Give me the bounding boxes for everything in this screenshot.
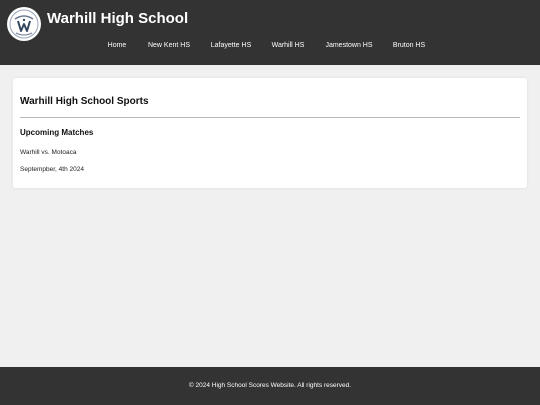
match-date: Septempber, 4th 2024 [20,166,84,173]
copyright-text: © 2024 High School Scores Website. All r… [188,382,352,389]
nav-item-new-kent-hs[interactable]: New Kent HS [148,41,190,51]
nav-item-lafayette-hs[interactable]: Lafayette HS [211,41,251,51]
nav-item-warhill-hs[interactable]: Warhill HS [272,41,305,51]
nav-item-home[interactable]: Home [108,41,127,51]
school-crest-icon [9,9,39,39]
nav-item-jamestown-hs[interactable]: Jamestown HS [325,41,372,51]
site-title: Warhill High School [47,10,189,27]
school-logo[interactable] [7,7,41,41]
upcoming-matches-heading: Upcoming Matches [20,128,94,137]
title-divider [20,117,520,118]
site-footer: © 2024 High School Scores Website. All r… [0,367,540,405]
sports-card: Warhill High School Sports Upcoming Matc… [13,78,527,188]
site-header: Warhill High School Home New Kent HS Laf… [0,0,540,65]
main-nav: Home New Kent HS Lafayette HS Warhill HS… [0,41,540,51]
page: Warhill High School Home New Kent HS Laf… [0,0,540,405]
match-teams: Warhill vs. Motoaca [20,149,77,156]
page-title: Warhill High School Sports [20,96,149,107]
nav-item-bruton-hs[interactable]: Bruton HS [393,41,425,51]
